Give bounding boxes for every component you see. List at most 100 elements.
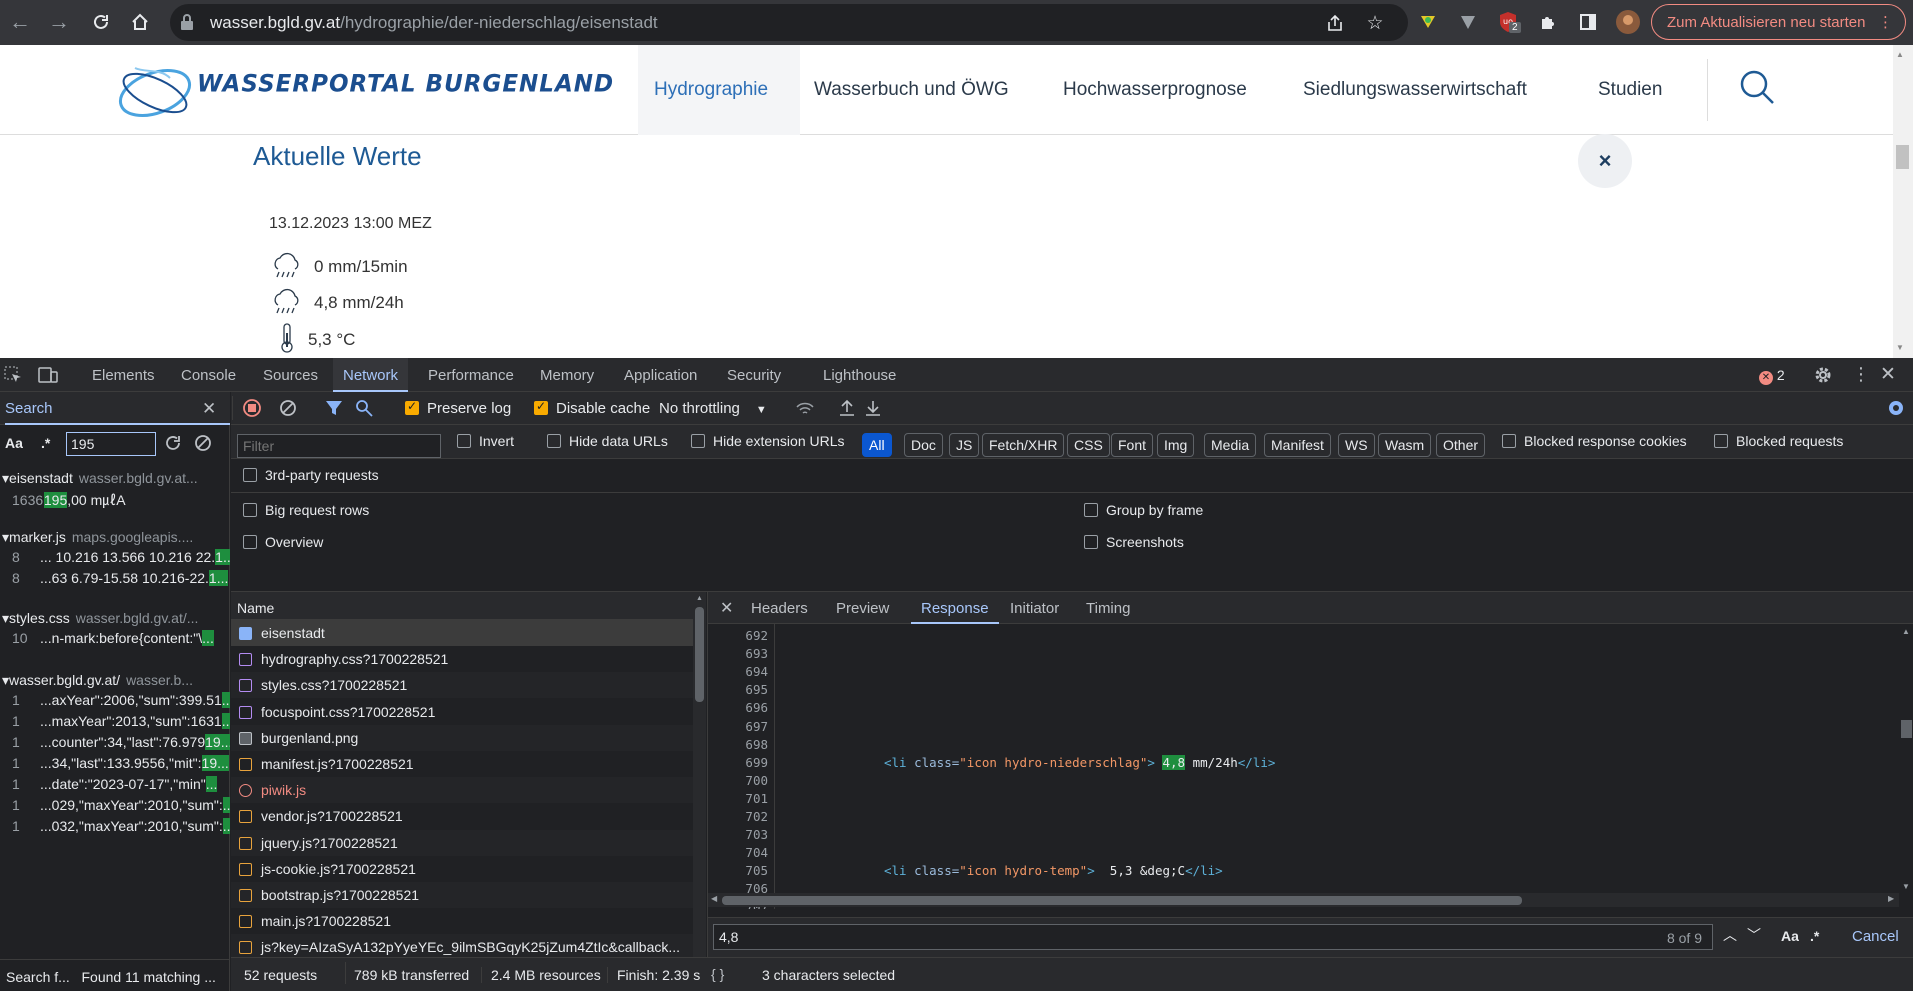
preserve-log-checkbox[interactable]: Preserve log (405, 399, 511, 417)
screenshots-checkbox[interactable]: Screenshots (1084, 534, 1184, 550)
result-line[interactable]: 10 ...n-mark:before{content:"\... (0, 630, 230, 651)
type-filter-wasm[interactable]: Wasm (1378, 433, 1432, 457)
result-file-header[interactable]: ▾styles.css wasser.bgld.gv.at/... (0, 610, 230, 630)
disable-cache-checkbox[interactable]: Disable cache (534, 399, 650, 417)
code-vertical-scrollbar[interactable]: ▲ ▼ (1899, 624, 1913, 894)
result-line[interactable]: 1...032,"maxYear":2010,"sum":... (0, 818, 230, 839)
type-filter-manifest[interactable]: Manifest (1264, 433, 1331, 457)
request-row[interactable]: main.js?1700228521 (231, 908, 693, 934)
tab-preview[interactable]: Preview (836, 600, 889, 617)
search-panel-title[interactable]: Search (5, 392, 230, 425)
ublock-icon[interactable]: uo 2 (1495, 9, 1521, 35)
tab-sources[interactable]: Sources (263, 358, 318, 392)
device-toolbar-icon[interactable] (38, 366, 58, 387)
overview-checkbox[interactable]: Overview (243, 534, 323, 550)
result-line[interactable]: 1 ...date":"2023-07-17","min"... (0, 776, 230, 797)
tab-initiator[interactable]: Initiator (1010, 600, 1059, 617)
tab-timing[interactable]: Timing (1086, 600, 1130, 617)
result-line[interactable]: 8... 10.216 13.566 10.216 22.1... (0, 549, 230, 570)
result-line[interactable]: 1 ...34,"last":133.9556,"mit":19... (0, 755, 230, 776)
address-bar[interactable]: wasser.bgld.gv.at/hydrographie/der-niede… (170, 4, 1408, 41)
name-column-header[interactable]: Name (231, 592, 693, 620)
hide-extension-urls-checkbox[interactable]: Hide extension URLs (691, 433, 845, 449)
type-filter-all[interactable]: All (862, 433, 892, 457)
tab-network[interactable]: Network (333, 358, 409, 392)
result-file-header[interactable]: ▾wasser.bgld.gv.at/wasser.b... (0, 672, 230, 692)
request-row[interactable]: hydrography.css?1700228521 (231, 646, 693, 672)
close-button[interactable]: × (1578, 134, 1632, 188)
tab-application[interactable]: Application (624, 358, 697, 392)
request-row[interactable]: jquery.js?1700228521 (231, 829, 693, 856)
response-code-view[interactable]: 692 693 694 695 696 697 698 699 <li class="icon … (708, 624, 1899, 909)
update-restart-button[interactable]: Zum Aktualisieren neu starten ⋮ (1651, 4, 1906, 40)
type-filter-img[interactable]: Img (1157, 433, 1195, 457)
export-har-icon[interactable] (865, 399, 881, 420)
clear-log-icon[interactable] (279, 399, 297, 420)
type-filter-css[interactable]: CSS (1067, 433, 1110, 457)
profile-avatar-icon[interactable] (1615, 9, 1641, 35)
search-network-icon[interactable] (355, 399, 373, 420)
nav-hochwasserprognose[interactable]: Hochwasserprognose (1063, 45, 1247, 135)
big-rows-checkbox[interactable]: Big request rows (243, 502, 369, 518)
request-row[interactable]: piwik.js (231, 777, 693, 804)
import-har-icon[interactable] (839, 399, 855, 420)
result-file-header[interactable]: ▾eisenstadt wasser.bgld.gv.at... (0, 470, 230, 490)
extensions-puzzle-icon[interactable] (1535, 9, 1561, 35)
code-horizontal-scrollbar[interactable]: ◀ ▶ (708, 893, 1899, 907)
invert-checkbox[interactable]: Invert (457, 433, 514, 449)
back-icon[interactable]: ← (4, 6, 36, 38)
find-next-icon[interactable]: ﹀ (1743, 925, 1765, 949)
result-line[interactable]: 1...axYear":2006,"sum":399.51... (0, 692, 230, 713)
blocked-response-cookies-checkbox[interactable]: Blocked response cookies (1502, 433, 1687, 449)
blocked-requests-checkbox[interactable]: Blocked requests (1714, 433, 1843, 449)
nav-studien[interactable]: Studien (1598, 45, 1662, 135)
inspect-element-icon[interactable] (4, 366, 22, 387)
pretty-print-icon[interactable]: { } (711, 966, 724, 982)
home-icon[interactable] (124, 6, 156, 38)
tab-headers[interactable]: Headers (751, 600, 808, 617)
settings-gear-icon[interactable] (1812, 364, 1834, 389)
match-case-toggle[interactable]: Aa (5, 435, 23, 451)
third-party-checkbox[interactable]: 3rd-party requests (243, 467, 379, 483)
type-filter-ws[interactable]: WS (1338, 433, 1375, 457)
search-result-group[interactable]: ▾styles.css wasser.bgld.gv.at/... 10 ...n-… (0, 610, 230, 651)
side-panel-icon[interactable] (1575, 9, 1601, 35)
find-input[interactable]: 4,8 8 of 9 (713, 924, 1713, 950)
nav-wasserbuch[interactable]: Wasserbuch und ÖWG (814, 45, 1009, 135)
filter-funnel-icon[interactable] (325, 399, 343, 420)
result-line[interactable]: 1...029,"maxYear":2010,"sum":... (0, 797, 230, 818)
search-query-input[interactable] (66, 432, 156, 456)
result-file-header[interactable]: ▾marker.js maps.googleapis.... (0, 529, 230, 549)
url-text[interactable]: wasser.bgld.gv.at/hydrographie/der-niede… (210, 13, 658, 33)
tab-memory[interactable]: Memory (540, 358, 594, 392)
search-result-group[interactable]: ▾marker.js maps.googleapis.... 8... 10.21… (0, 529, 230, 591)
tab-performance[interactable]: Performance (428, 358, 514, 392)
network-conditions-icon[interactable] (795, 400, 815, 421)
request-row[interactable]: burgenland.png (231, 724, 693, 751)
network-settings-gear-icon[interactable] (1886, 398, 1906, 421)
request-row[interactable]: vendor.js?1700228521 (231, 803, 693, 829)
nav-siedlungswasserwirtschaft[interactable]: Siedlungswasserwirtschaft (1303, 45, 1527, 135)
search-result-group[interactable]: ▾wasser.bgld.gv.at/wasser.b... 1 ...axYea… (0, 672, 230, 839)
request-row[interactable]: bootstrap.js?1700228521 (231, 882, 693, 908)
hide-data-urls-checkbox[interactable]: Hide data URLs (547, 433, 668, 449)
request-row[interactable]: focuspoint.css?1700228521 (231, 699, 693, 725)
result-line[interactable]: 1 ...counter":34,"last":76.97919... (0, 734, 230, 755)
result-line[interactable]: 1...maxYear":2013,"sum":1631... (0, 713, 230, 734)
request-row[interactable]: eisenstadt (231, 620, 693, 646)
more-options-icon[interactable]: ⋮ (1852, 364, 1870, 385)
reload-icon[interactable] (85, 6, 117, 38)
request-row[interactable]: manifest.js?1700228521 (231, 751, 693, 777)
tab-lighthouse[interactable]: Lighthouse (823, 358, 896, 392)
vivaldi-extension-icon[interactable] (1455, 9, 1481, 35)
close-devtools-icon[interactable]: ✕ (1880, 363, 1896, 386)
bookmark-star-icon[interactable]: ☆ (1362, 10, 1388, 36)
tab-security[interactable]: Security (727, 358, 781, 392)
throttling-select[interactable]: No throttling ▼ (659, 400, 767, 417)
tab-response[interactable]: Response (911, 600, 999, 624)
page-scrollbar[interactable]: ▲ ▼ (1893, 45, 1913, 358)
lock-icon[interactable] (180, 14, 194, 33)
tab-console[interactable]: Console (181, 358, 236, 392)
more-vert-icon[interactable]: ⋮ (1878, 13, 1893, 31)
type-filter-doc[interactable]: Doc (904, 433, 943, 457)
